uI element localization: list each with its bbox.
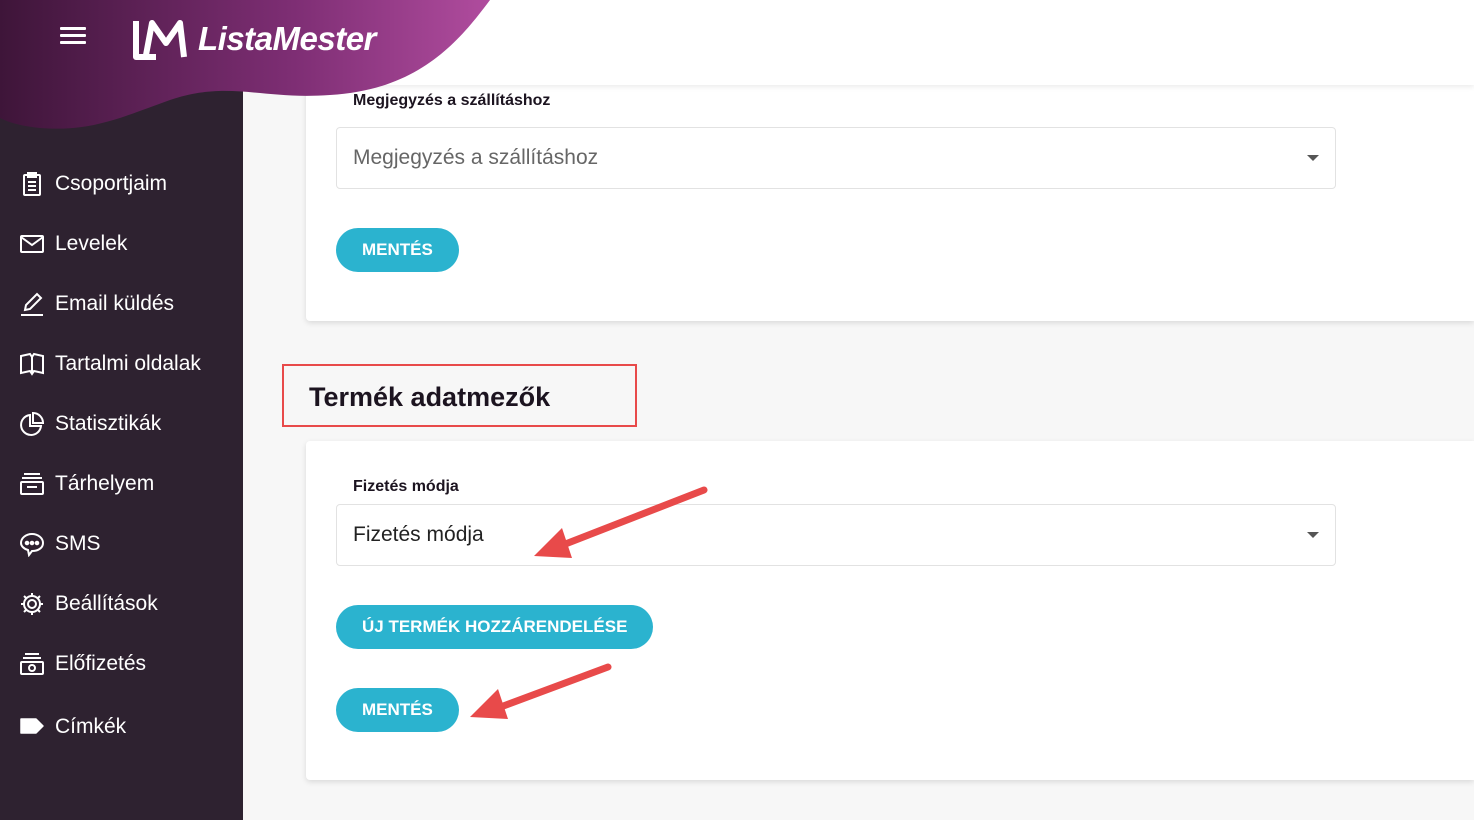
sidebar-item-label: Csoportjaim: [55, 172, 168, 195]
sidebar-item-label: Címkék: [55, 715, 127, 738]
sidebar-nav: Csoportjaim Levelek Email küldés Tartalm…: [0, 154, 243, 757]
sidebar-item-levelek[interactable]: Levelek: [0, 214, 243, 274]
clipboard-icon: [23, 172, 41, 196]
sidebar-item-csoportjaim[interactable]: Csoportjaim: [0, 154, 243, 214]
sidebar-item-label: Tartalmi oldalak: [55, 352, 201, 375]
chat-icon: [19, 532, 45, 557]
sidebar-item-label: SMS: [55, 532, 101, 555]
sidebar-item-cimkek[interactable]: Címkék: [0, 697, 243, 757]
sidebar-item-label: Tárhelyem: [55, 472, 155, 495]
sidebar-item-elofizetes[interactable]: Előfizetés: [0, 634, 243, 694]
payment-method-label: Fizetés módja: [353, 478, 459, 495]
sidebar-item-sms[interactable]: SMS: [0, 514, 243, 574]
tag-icon: [20, 718, 44, 734]
sidebar-item-tarhelyem[interactable]: Tárhelyem: [0, 454, 243, 514]
pie-chart-icon: [20, 411, 45, 436]
shipping-note-select[interactable]: Megjegyzés a szállításhoz: [336, 127, 1336, 189]
sidebar-item-beallitasok[interactable]: Beállítások: [0, 574, 243, 634]
envelope-icon: [20, 235, 44, 253]
gear-icon: [21, 593, 43, 615]
chevron-down-icon: [1307, 155, 1319, 161]
storage-icon: [20, 473, 44, 495]
section-title: Termék adatmezők: [309, 382, 551, 412]
sidebar-item-label: Előfizetés: [55, 652, 147, 675]
shipping-save-button[interactable]: MENTÉS: [336, 228, 459, 272]
sidebar-item-statisztikak[interactable]: Statisztikák: [0, 394, 243, 454]
payment-method-select-value: Fizetés módja: [353, 523, 484, 546]
assign-new-product-button[interactable]: ÚJ TERMÉK HOZZÁRENDELÉSE: [336, 605, 654, 649]
brand-logo[interactable]: ListaMester: [130, 16, 376, 62]
logo-mark-icon: [133, 20, 187, 60]
pencil-icon: [21, 292, 43, 316]
sidebar-item-label: Email küldés: [55, 292, 175, 315]
payment-method-select[interactable]: Fizetés módja: [336, 504, 1336, 566]
annotation-arrow-icon: [534, 486, 708, 558]
sidebar-item-tartalmi-oldalak[interactable]: Tartalmi oldalak: [0, 334, 243, 394]
chevron-down-icon: [1307, 532, 1319, 538]
sidebar-item-label: Beállítások: [55, 592, 158, 615]
book-icon: [20, 352, 44, 376]
subscription-icon: [20, 653, 44, 675]
menu-toggle-button[interactable]: [60, 27, 86, 47]
shipping-note-select-value: Megjegyzés a szállításhoz: [353, 146, 599, 169]
sidebar-item-label: Statisztikák: [55, 412, 162, 435]
product-save-button[interactable]: MENTÉS: [336, 688, 459, 732]
sidebar-item-label: Levelek: [55, 232, 128, 255]
sidebar-item-email-kuldes[interactable]: Email küldés: [0, 274, 243, 334]
annotation-arrow-icon: [470, 663, 612, 719]
brand-name: ListaMester: [198, 20, 376, 57]
